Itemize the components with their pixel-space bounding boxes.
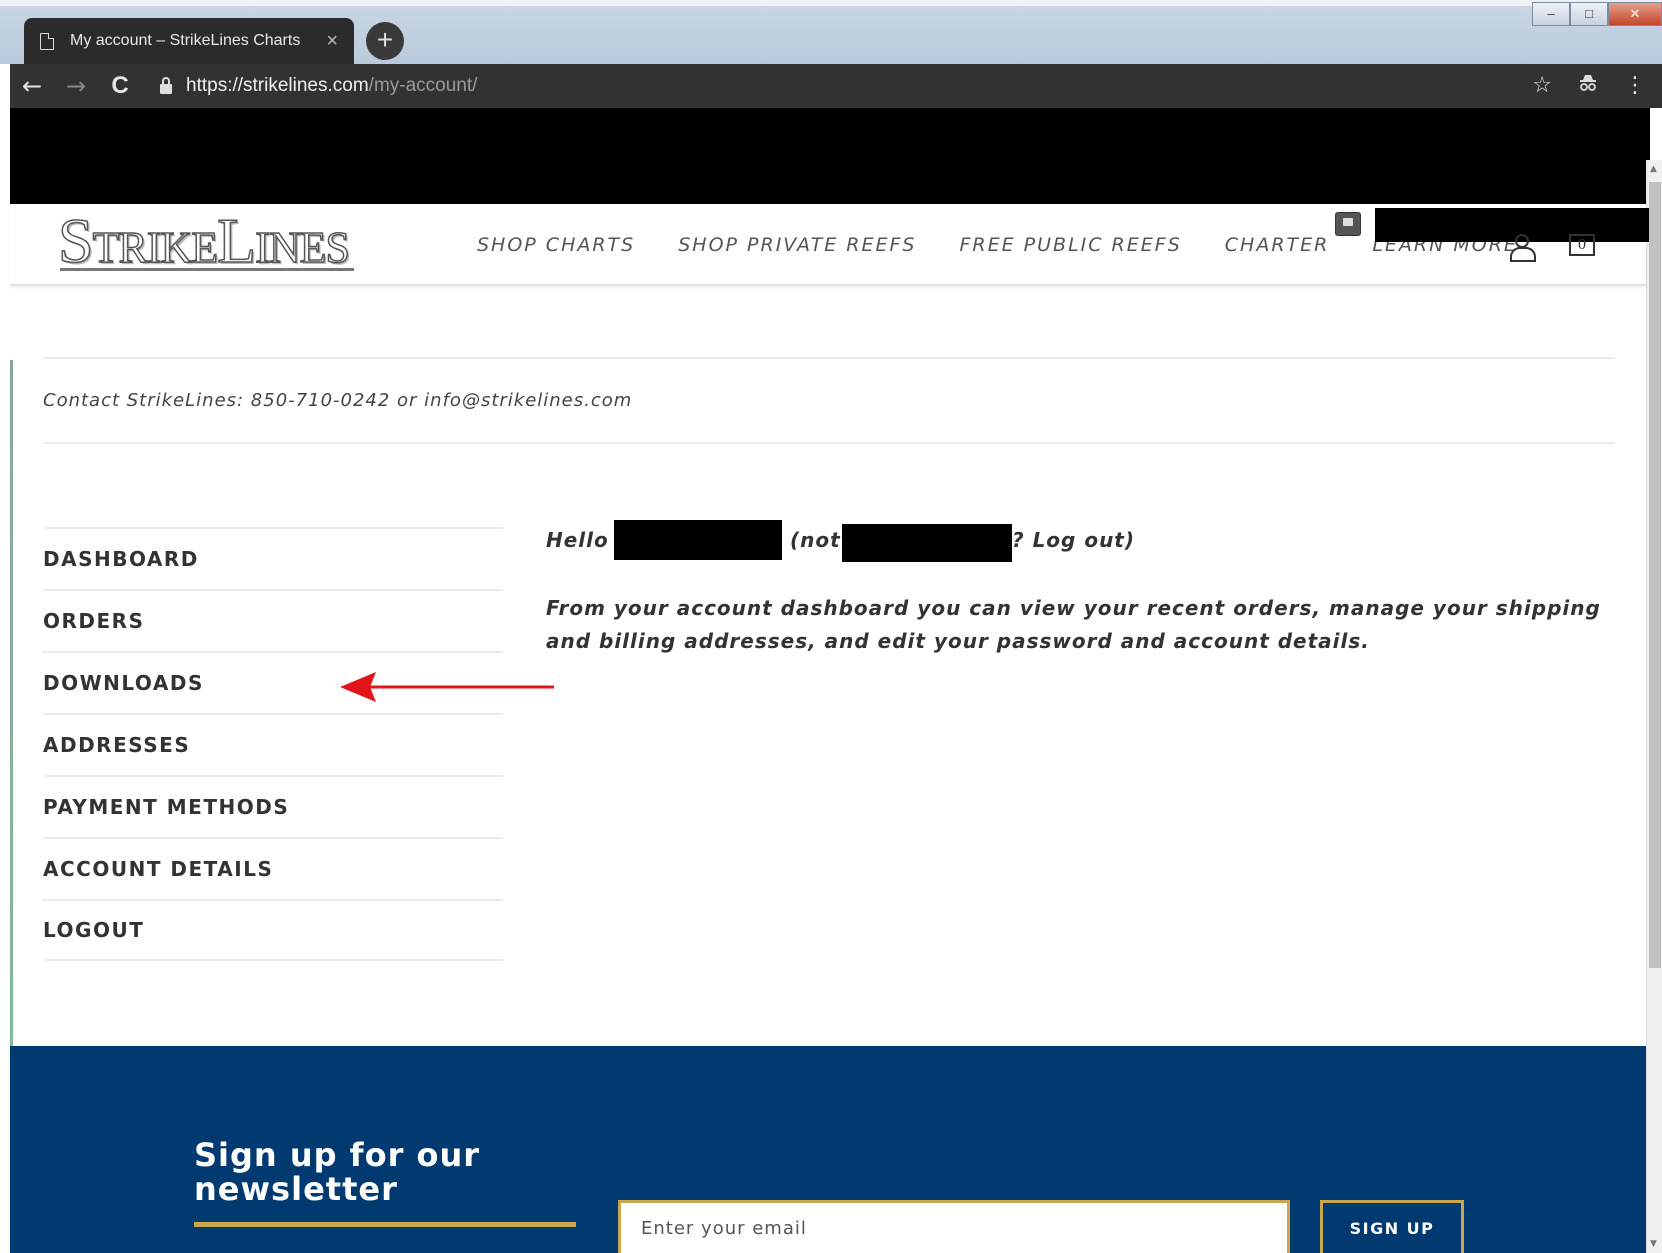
maximize-button[interactable]: □ (1570, 2, 1608, 26)
page-icon (40, 32, 54, 50)
address-bar[interactable]: https://strikelines.com/my-account/ (160, 75, 1532, 97)
cart-icon[interactable]: 0 (1569, 234, 1595, 256)
toolbar-actions: ☆ ⋮ (1532, 73, 1646, 99)
greeting-not: (not (790, 528, 841, 552)
account-nav-orders[interactable]: ORDERS (43, 589, 503, 651)
redacted-banner (10, 108, 1650, 204)
red-arrow-annotation (340, 672, 554, 702)
bookmark-star-icon[interactable]: ☆ (1532, 73, 1552, 99)
newsletter-heading-line1: Sign up for our (194, 1136, 481, 1174)
window-controls: – □ ✕ (1532, 2, 1662, 26)
account-navigation: DASHBOARD ORDERS DOWNLOADS ADDRESSES PAY… (43, 527, 503, 961)
browser-tab[interactable]: My account – StrikeLines Charts × (24, 18, 354, 64)
account-icon[interactable] (1508, 234, 1536, 262)
account-nav-logout[interactable]: LOGOUT (43, 899, 503, 961)
account-nav-dashboard[interactable]: DASHBOARD (43, 527, 503, 589)
incognito-icon[interactable] (1578, 73, 1598, 99)
forward-icon[interactable]: → (54, 72, 98, 100)
url-host: https://strikelines.com (186, 75, 369, 96)
incognito-glyph (1580, 75, 1596, 91)
divider-bottom (43, 442, 1615, 444)
newsletter-heading: Sign up for our newsletter (194, 1138, 480, 1206)
nav-charter[interactable]: CHARTER (1225, 234, 1330, 256)
tab-title: My account – StrikeLines Charts (70, 32, 301, 49)
nav-shop-private-reefs[interactable]: SHOP PRIVATE REEFS (678, 234, 916, 256)
redacted-username-2 (842, 524, 1012, 562)
lock-icon (160, 76, 172, 94)
minimize-button[interactable]: – (1532, 2, 1570, 26)
newsletter-signup-button[interactable]: SIGN UP (1320, 1200, 1464, 1253)
logo-underline (60, 268, 354, 271)
reload-icon[interactable]: C (98, 72, 142, 100)
left-edge-accent (10, 360, 13, 1050)
greeting-hello: Hello (546, 528, 609, 552)
newsletter-heading-line2: newsletter (194, 1170, 398, 1208)
strikelines-logo[interactable]: STRIKELINES (57, 204, 350, 278)
main-nav: SHOP CHARTS SHOP PRIVATE REEFS FREE PUBL… (477, 234, 1518, 256)
titlebar-strip (0, 0, 1662, 6)
window-close-button[interactable]: ✕ (1608, 2, 1662, 26)
browser-titlebar: My account – StrikeLines Charts × + – □ … (0, 0, 1662, 64)
greeting-line: Hello (546, 528, 609, 552)
greeting-logout-link[interactable]: ? Log out) (1012, 528, 1135, 552)
account-nav-payment-methods[interactable]: PAYMENT METHODS (43, 775, 503, 837)
back-icon[interactable]: ← (10, 72, 54, 100)
site-header: STRIKELINES SHOP CHARTS SHOP PRIVATE REE… (10, 204, 1649, 286)
tab-close-icon[interactable]: × (326, 30, 338, 53)
newsletter-underline (194, 1222, 576, 1227)
scroll-down-icon[interactable]: ▼ (1650, 1239, 1657, 1249)
chat-icon[interactable] (1335, 212, 1361, 236)
divider-top (43, 357, 1615, 359)
newsletter-email-input[interactable] (618, 1200, 1290, 1253)
browser-menu-icon[interactable]: ⋮ (1624, 73, 1646, 99)
account-nav-addresses[interactable]: ADDRESSES (43, 713, 503, 775)
url-path: /my-account/ (368, 75, 478, 96)
nav-shop-charts[interactable]: SHOP CHARTS (477, 234, 635, 256)
account-nav-account-details[interactable]: ACCOUNT DETAILS (43, 837, 503, 899)
scrollbar-thumb[interactable] (1649, 182, 1661, 968)
contact-line: Contact StrikeLines: 850-710-0242 or inf… (43, 390, 633, 411)
site-footer: Sign up for our newsletter SIGN UP (10, 1046, 1646, 1253)
dashboard-description: From your account dashboard you can view… (546, 596, 1601, 653)
nav-free-public-reefs[interactable]: FREE PUBLIC REEFS (959, 234, 1181, 256)
page-scrollbar[interactable]: ▲ ▼ (1646, 160, 1662, 1253)
redacted-username (614, 520, 782, 560)
new-tab-button[interactable]: + (366, 22, 404, 60)
browser-toolbar: ← → C https://strikelines.com/my-account… (10, 64, 1662, 108)
scroll-up-icon[interactable]: ▲ (1650, 164, 1657, 174)
